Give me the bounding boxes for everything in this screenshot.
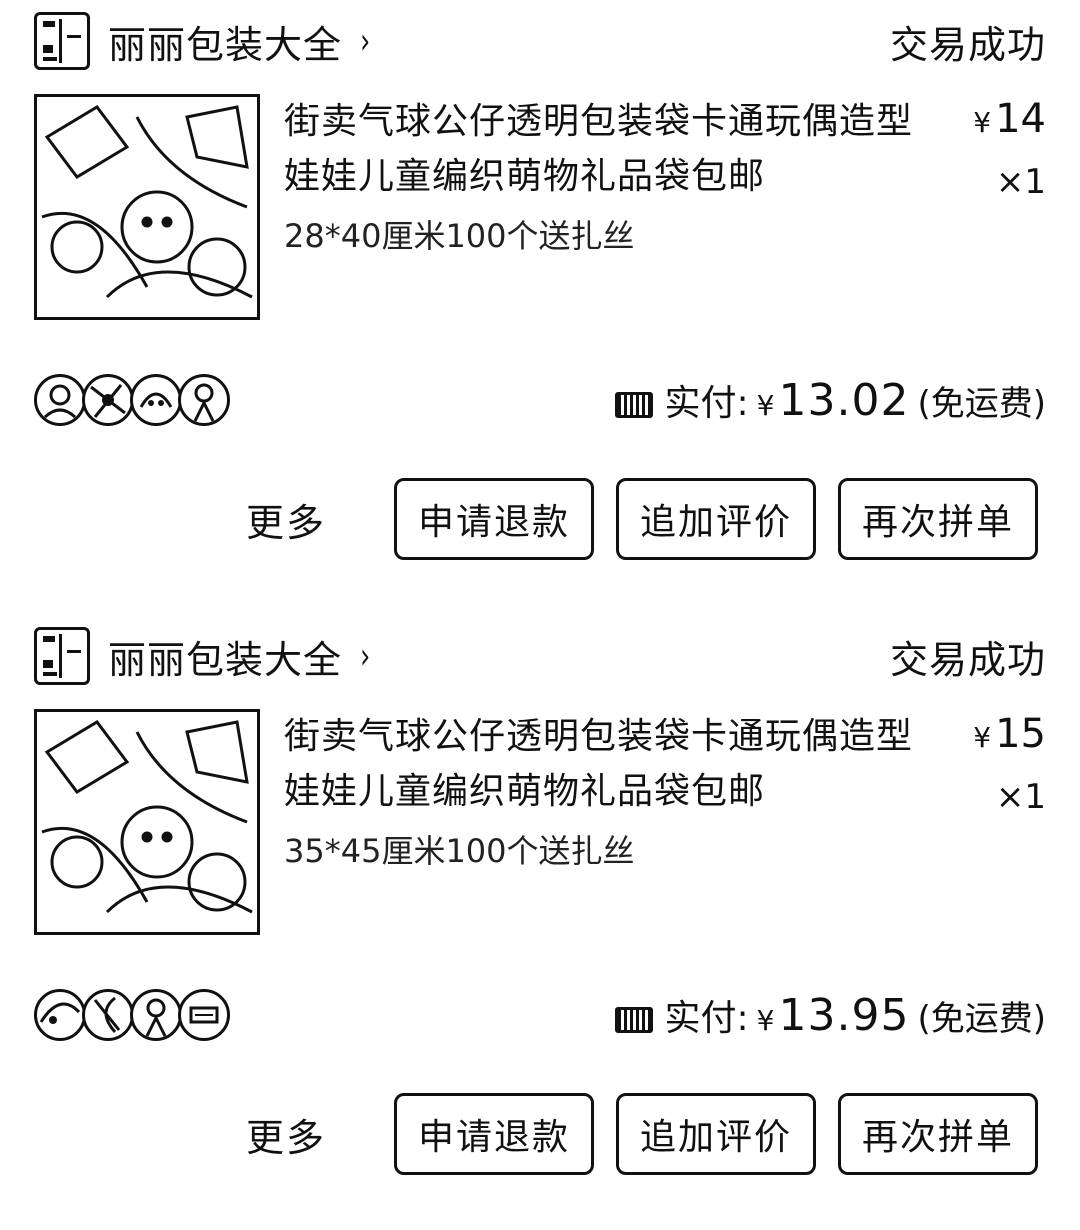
shop-row[interactable]: 丽丽包装大全 › 交易成功 — [34, 625, 1046, 687]
paid-label: 实付: — [664, 383, 749, 424]
refund-button[interactable]: 申请退款 — [394, 1093, 595, 1175]
shop-row[interactable]: 丽丽包装大全 › 交易成功 — [34, 10, 1046, 72]
shop-logo-icon[interactable] — [34, 627, 90, 685]
more-button[interactable]: 更多 — [246, 492, 326, 547]
chevron-right-icon[interactable]: › — [360, 636, 370, 677]
avatar-icon — [82, 989, 134, 1041]
paid-amount: 13.02 — [778, 375, 910, 426]
price-value: 14 — [995, 96, 1046, 142]
order-status: 交易成功 — [889, 637, 1046, 682]
shop-name[interactable]: 丽丽包装大全 — [108, 14, 342, 69]
currency-symbol: ¥ — [973, 106, 992, 139]
more-button[interactable]: 更多 — [246, 1107, 326, 1162]
shop-logo-icon[interactable] — [34, 12, 90, 70]
product-spec: 28*40厘米100个送扎丝 — [284, 217, 635, 255]
product-thumbnail[interactable] — [34, 94, 260, 320]
payment-summary: 实付: ¥ 13.02 (免运费) — [614, 374, 1046, 426]
product-price: ¥14 — [973, 94, 1046, 148]
order-card: 丽丽包装大全 › 交易成功 街卖气球公仔透明包装袋卡通玩偶造型娃娃儿童编织萌物礼… — [0, 0, 1080, 615]
payment-summary: 实付: ¥ 13.95 (免运费) — [614, 989, 1046, 1041]
product-item[interactable]: 街卖气球公仔透明包装袋卡通玩偶造型娃娃儿童编织萌物礼品袋包邮 28*40厘米10… — [34, 94, 1046, 324]
product-spec: 35*45厘米100个送扎丝 — [284, 832, 635, 870]
product-quantity: ×1 — [995, 777, 1046, 817]
product-title[interactable]: 街卖气球公仔透明包装袋卡通玩偶造型娃娃儿童编织萌物礼品袋包邮 — [284, 709, 924, 819]
shop-name[interactable]: 丽丽包装大全 — [108, 629, 342, 684]
avatar-icon — [34, 374, 86, 426]
payment-row: 实付: ¥ 13.02 (免运费) — [34, 368, 1046, 432]
product-item[interactable]: 街卖气球公仔透明包装袋卡通玩偶造型娃娃儿童编织萌物礼品袋包邮 35*45厘米10… — [34, 709, 1046, 939]
order-actions: 更多 申请退款 追加评价 再次拼单 — [34, 1091, 1046, 1177]
avatar-icon — [178, 989, 230, 1041]
order-actions: 更多 申请退款 追加评价 再次拼单 — [34, 476, 1046, 562]
avatar-icon — [34, 989, 86, 1041]
shipping-note: (免运费) — [917, 999, 1046, 1039]
product-title[interactable]: 街卖气球公仔透明包装袋卡通玩偶造型娃娃儿童编织萌物礼品袋包邮 — [284, 94, 924, 204]
currency-symbol: ¥ — [973, 721, 992, 754]
add-review-button[interactable]: 追加评价 — [616, 478, 817, 560]
coupon-icon — [614, 392, 653, 418]
refund-button[interactable]: 申请退款 — [394, 478, 595, 560]
product-quantity: ×1 — [995, 162, 1046, 202]
currency-symbol: ¥ — [756, 389, 775, 422]
order-status: 交易成功 — [889, 22, 1046, 67]
order-card: 丽丽包装大全 › 交易成功 街卖气球公仔透明包装袋卡通玩偶造型娃娃儿童编织萌物礼… — [0, 615, 1080, 1230]
reorder-button[interactable]: 再次拼单 — [838, 1093, 1039, 1175]
group-avatars[interactable] — [34, 989, 230, 1041]
avatar-icon — [130, 989, 182, 1041]
price-value: 15 — [995, 711, 1046, 757]
paid-label: 实付: — [664, 998, 749, 1039]
paid-amount: 13.95 — [778, 990, 910, 1041]
avatar-icon — [178, 374, 230, 426]
coupon-icon — [614, 1007, 653, 1033]
product-thumbnail[interactable] — [34, 709, 260, 935]
currency-symbol: ¥ — [756, 1004, 775, 1037]
avatar-icon — [130, 374, 182, 426]
payment-row: 实付: ¥ 13.95 (免运费) — [34, 983, 1046, 1047]
group-avatars[interactable] — [34, 374, 230, 426]
add-review-button[interactable]: 追加评价 — [616, 1093, 817, 1175]
avatar-icon — [82, 374, 134, 426]
chevron-right-icon[interactable]: › — [360, 21, 370, 62]
product-price: ¥15 — [973, 709, 1046, 763]
reorder-button[interactable]: 再次拼单 — [838, 478, 1039, 560]
shipping-note: (免运费) — [917, 384, 1046, 424]
